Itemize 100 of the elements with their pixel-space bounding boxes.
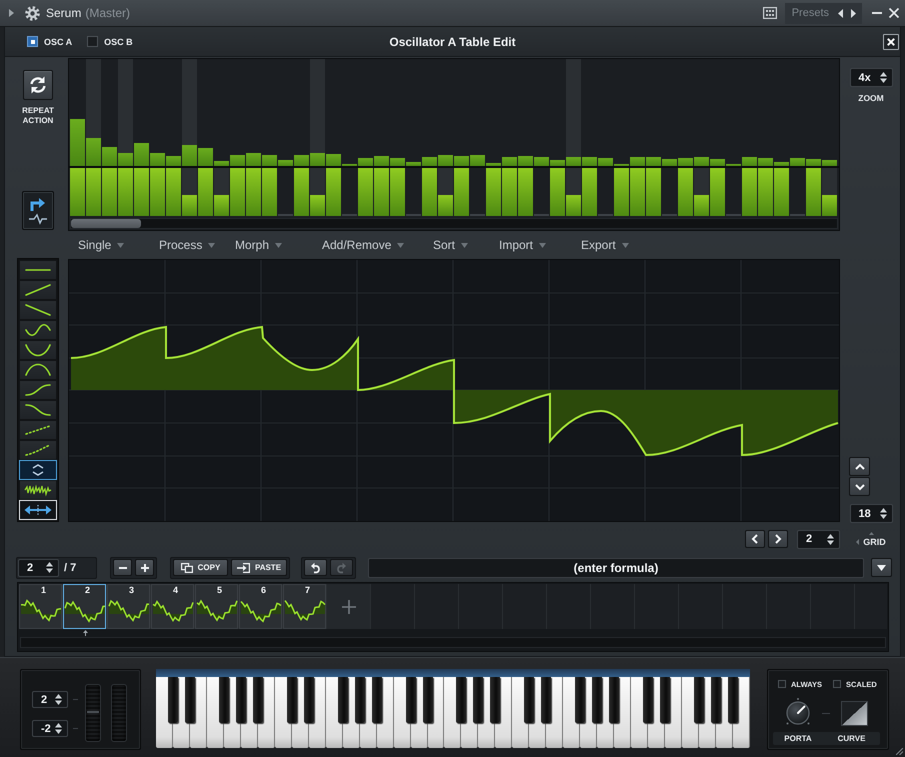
- frame-total: / 7: [64, 562, 76, 574]
- resize-grip-icon[interactable]: [896, 748, 903, 755]
- tool-button[interactable]: [19, 280, 57, 300]
- dropdown-button[interactable]: [871, 558, 892, 577]
- valley-curve-icon: [25, 344, 51, 356]
- checkbox[interactable]: [27, 36, 38, 47]
- number-spinner[interactable]: -2: [32, 720, 68, 737]
- number-spinner[interactable]: 4x: [850, 68, 892, 87]
- wavetable-frame[interactable]: 4: [151, 584, 194, 629]
- menu-dropdown[interactable]: Morph: [235, 238, 282, 252]
- close-icon[interactable]: [889, 8, 899, 18]
- curve-label: CURVE: [838, 734, 866, 743]
- plus-icon: [140, 564, 148, 572]
- up-button[interactable]: [849, 457, 870, 476]
- close-button[interactable]: [883, 34, 899, 50]
- down-button[interactable]: [849, 477, 870, 496]
- tool-button[interactable]: [19, 440, 57, 460]
- tool-button[interactable]: [19, 320, 57, 340]
- repeat-button[interactable]: [23, 70, 53, 100]
- menu-dropdown[interactable]: Add/Remove: [322, 238, 404, 252]
- triangle-right-icon[interactable]: [851, 8, 856, 18]
- wavetable-frame[interactable]: 1: [19, 584, 62, 629]
- spinner-arrows-icon[interactable]: [880, 72, 886, 83]
- next-button[interactable]: [768, 530, 788, 548]
- plugin-name: Serum: [46, 6, 82, 20]
- flat-line-icon: [25, 269, 51, 271]
- spinner-arrows-icon[interactable]: [46, 562, 53, 573]
- redo-icon: [336, 562, 347, 573]
- chevron-left-icon: [752, 534, 758, 544]
- tool-button[interactable]: [19, 360, 57, 380]
- tool-button[interactable]: [19, 460, 57, 480]
- caret-icon: [539, 242, 546, 248]
- spinner-arrows-icon[interactable]: [55, 723, 62, 734]
- tool-button[interactable]: [19, 300, 57, 320]
- grid-icon[interactable]: [762, 7, 777, 19]
- close-icon: [887, 38, 895, 46]
- menu-dropdown[interactable]: Import: [499, 238, 546, 252]
- refresh-icon: [29, 76, 47, 94]
- paste-icon: [236, 562, 250, 572]
- toggle-button[interactable]: [19, 500, 57, 520]
- menu-dropdown[interactable]: Export: [581, 238, 629, 252]
- hill-curve-icon: [25, 364, 51, 376]
- grid-label: GRID: [863, 536, 886, 546]
- curve-selector[interactable]: [841, 700, 868, 726]
- dotted-curve-icon: [25, 444, 51, 456]
- number-spinner[interactable]: 18: [850, 504, 892, 523]
- number-spinner[interactable]: 2: [18, 558, 59, 576]
- number-spinner[interactable]: 2: [32, 691, 68, 708]
- wavetable-frame[interactable]: 3: [107, 584, 150, 629]
- settings-icon[interactable]: [25, 6, 40, 20]
- checkbox-label[interactable]: OSC B: [104, 36, 133, 46]
- remove-button[interactable]: [113, 559, 132, 576]
- tool-button[interactable]: [19, 340, 57, 360]
- caret-icon: [397, 242, 404, 248]
- spinner-arrows-icon[interactable]: [55, 694, 62, 705]
- caret-icon: [117, 242, 124, 248]
- small-left-triangle-icon: [856, 538, 860, 544]
- scrollbar-thumb[interactable]: [71, 219, 141, 228]
- arrow-and-wave-icon: [28, 197, 48, 224]
- spinner-arrows-icon[interactable]: [827, 534, 834, 544]
- wavetable-frame[interactable]: 6: [239, 584, 282, 629]
- piano-keyboard[interactable]: [156, 669, 750, 748]
- noise-wave-icon: [24, 485, 52, 495]
- checkbox[interactable]: [87, 36, 98, 47]
- formula-field[interactable]: (enter formula): [368, 558, 864, 578]
- falling-line-icon: [25, 304, 51, 316]
- menu-dropdown[interactable]: Process: [159, 238, 216, 252]
- menu-dropdown[interactable]: Single: [78, 238, 124, 252]
- zoom-label: ZOOM: [858, 93, 884, 103]
- tool-button[interactable]: [19, 260, 57, 280]
- add-button[interactable]: [135, 559, 154, 576]
- minus-icon: [118, 566, 126, 568]
- rising-line-icon: [25, 284, 51, 296]
- tool-button[interactable]: [19, 380, 57, 400]
- tool-button[interactable]: [19, 420, 57, 440]
- sine-wave-icon: [25, 324, 51, 336]
- spinner-arrows-icon[interactable]: [880, 508, 886, 519]
- caret-icon: [877, 564, 886, 570]
- dotted-line-icon: [25, 425, 51, 435]
- wavetable-frame[interactable]: 7: [283, 584, 326, 629]
- checkbox-label[interactable]: OSC A: [44, 36, 72, 46]
- wavetable-frame[interactable]: 2: [63, 584, 106, 629]
- caret-icon: [275, 242, 282, 248]
- double-arrow-icon: [24, 505, 52, 515]
- edit-button[interactable]: PASTE: [231, 559, 287, 576]
- tool-button[interactable]: [19, 480, 57, 500]
- icon-button[interactable]: [22, 191, 54, 230]
- history-button[interactable]: [304, 559, 327, 576]
- previous-button[interactable]: [745, 530, 765, 548]
- triangle-left-icon[interactable]: [838, 8, 843, 18]
- menu-dropdown[interactable]: Sort: [433, 238, 468, 252]
- number-spinner[interactable]: 2: [797, 530, 840, 548]
- tool-button[interactable]: [19, 400, 57, 420]
- knob-label: PORTA: [784, 734, 812, 743]
- small-up-arrow-icon: [82, 630, 88, 636]
- edit-button[interactable]: COPY: [173, 559, 228, 576]
- wavetable-frame[interactable]: 5: [195, 584, 238, 629]
- checkbox[interactable]: [778, 680, 786, 688]
- triangle-icon[interactable]: [9, 9, 14, 17]
- checkbox[interactable]: [832, 680, 841, 688]
